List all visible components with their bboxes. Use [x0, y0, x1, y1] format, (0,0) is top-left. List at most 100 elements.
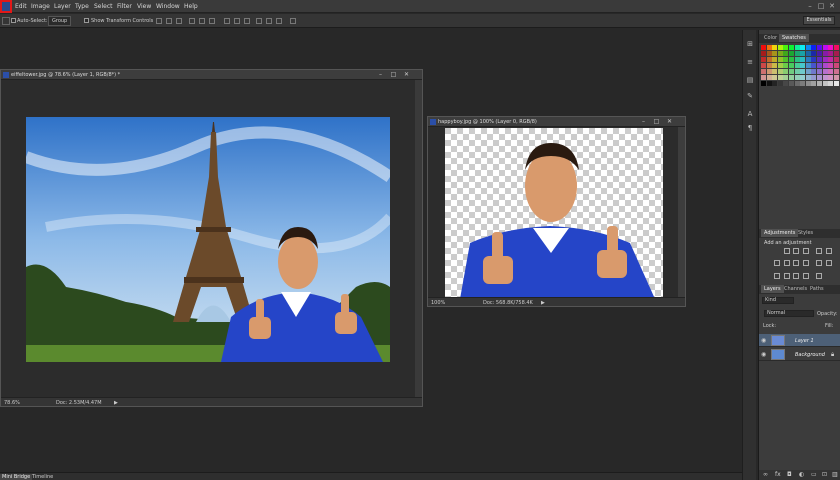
brightness-icon[interactable] [784, 248, 790, 254]
channel-mixer-icon[interactable] [816, 260, 822, 266]
color-swatch[interactable] [822, 45, 828, 50]
color-swatch[interactable] [833, 69, 839, 74]
color-swatch[interactable] [800, 69, 806, 74]
distribute-left-icon[interactable] [256, 18, 262, 24]
color-swatch[interactable] [772, 75, 778, 80]
color-swatch[interactable] [833, 57, 839, 62]
tab-swatches[interactable]: Swatches [779, 34, 809, 42]
tab-timeline[interactable]: Timeline [30, 474, 55, 480]
color-swatch[interactable] [789, 81, 794, 86]
menu-image[interactable]: Image [31, 3, 50, 10]
auto-select-checkbox[interactable] [11, 18, 16, 23]
color-swatch[interactable] [777, 75, 783, 80]
color-swatch[interactable] [794, 51, 800, 56]
color-swatch[interactable] [794, 69, 800, 74]
color-swatch[interactable] [761, 69, 766, 74]
color-swatch[interactable] [794, 63, 800, 68]
tab-color[interactable]: Color [761, 34, 780, 42]
maximize-icon[interactable]: □ [817, 2, 825, 10]
layer-row[interactable]: ◉ Background 🔒︎ [759, 348, 840, 361]
status-menu-arrow-icon[interactable]: ▶ [114, 400, 118, 406]
layer-filter-kind[interactable]: Kind [762, 297, 794, 304]
distribute-hcenter-icon[interactable] [266, 18, 272, 24]
color-lookup-icon[interactable] [826, 260, 832, 266]
levels-icon[interactable] [793, 248, 799, 254]
color-swatch[interactable] [833, 81, 839, 86]
color-swatch[interactable] [811, 63, 817, 68]
doc-title-bar[interactable]: eiffeltower.jpg @ 78.6% (Layer 1, RGB/8*… [1, 70, 422, 80]
black-white-icon[interactable] [793, 260, 799, 266]
color-swatch[interactable] [772, 63, 778, 68]
canvas-happyboy-transparent[interactable] [445, 128, 663, 299]
distribute-right-icon[interactable] [276, 18, 282, 24]
eye-visibility-icon[interactable]: ◉ [761, 351, 766, 358]
color-swatch[interactable] [777, 57, 783, 62]
menu-select[interactable]: Select [94, 3, 113, 10]
color-swatch[interactable] [822, 81, 828, 86]
status-menu-arrow-icon[interactable]: ▶ [541, 300, 545, 306]
color-swatch[interactable] [800, 45, 806, 50]
menu-type[interactable]: Type [75, 3, 89, 10]
brush-icon[interactable]: ✎ [746, 92, 754, 100]
menu-filter[interactable]: Filter [117, 3, 132, 10]
color-swatch[interactable] [811, 45, 817, 50]
adjustment-layer-icon[interactable]: ◐ [799, 471, 804, 478]
color-swatch[interactable] [772, 69, 778, 74]
canvas-eiffel-photo[interactable] [26, 117, 390, 362]
threshold-icon[interactable] [793, 273, 799, 279]
color-swatch[interactable] [794, 57, 800, 62]
show-transform-checkbox[interactable] [84, 18, 89, 23]
vertical-scrollbar[interactable] [415, 80, 422, 397]
color-swatch[interactable] [817, 69, 822, 74]
color-swatch[interactable] [772, 57, 778, 62]
color-swatch[interactable] [789, 63, 794, 68]
color-swatch[interactable] [828, 57, 834, 62]
color-swatch[interactable] [805, 57, 811, 62]
color-swatch[interactable] [833, 75, 839, 80]
color-swatch[interactable] [777, 69, 783, 74]
distribute-vcenter-icon[interactable] [234, 18, 240, 24]
color-swatch[interactable] [783, 45, 789, 50]
doc-close-icon[interactable]: ✕ [403, 71, 410, 78]
color-swatch[interactable] [817, 51, 822, 56]
color-swatch[interactable] [766, 63, 772, 68]
properties-icon[interactable]: ≡ [746, 58, 754, 66]
align-hcenter-icon[interactable] [199, 18, 205, 24]
color-swatch[interactable] [817, 81, 822, 86]
color-swatch[interactable] [783, 75, 789, 80]
doc-size[interactable]: Doc: 2.53M/4.47M [56, 400, 102, 406]
color-swatch[interactable] [828, 63, 834, 68]
color-swatch[interactable] [761, 45, 766, 50]
color-swatch[interactable] [772, 81, 778, 86]
color-swatch[interactable] [811, 75, 817, 80]
color-swatch[interactable] [811, 57, 817, 62]
swatch-grid[interactable] [761, 45, 840, 91]
layer-name[interactable]: Layer 1 [795, 338, 814, 344]
layer-name[interactable]: Background [795, 352, 825, 358]
menu-view[interactable]: View [137, 3, 151, 10]
doc-close-icon[interactable]: ✕ [666, 118, 673, 125]
color-swatch[interactable] [766, 75, 772, 80]
color-swatch[interactable] [777, 63, 783, 68]
color-swatch[interactable] [777, 51, 783, 56]
color-swatch[interactable] [828, 69, 834, 74]
color-swatch[interactable] [789, 51, 794, 56]
color-swatch[interactable] [833, 63, 839, 68]
move-tool-icon[interactable] [2, 17, 10, 25]
color-swatch[interactable] [766, 45, 772, 50]
tab-styles[interactable]: Styles [795, 229, 816, 237]
color-swatch[interactable] [783, 51, 789, 56]
color-balance-icon[interactable] [784, 260, 790, 266]
doc-size[interactable]: Doc: 568.8K/758.4K [483, 300, 533, 306]
color-swatch[interactable] [817, 63, 822, 68]
blend-mode-dropdown[interactable]: Normal [764, 310, 814, 317]
auto-align-icon[interactable] [290, 18, 296, 24]
color-swatch[interactable] [789, 75, 794, 80]
doc-maximize-icon[interactable]: □ [653, 118, 660, 125]
character-icon[interactable]: A [746, 110, 754, 118]
vibrance-icon[interactable] [826, 248, 832, 254]
gradient-map-icon[interactable] [803, 273, 809, 279]
color-swatch[interactable] [789, 45, 794, 50]
paragraph-icon[interactable]: ¶ [746, 124, 754, 132]
new-layer-icon[interactable]: ⊡ [822, 471, 827, 478]
